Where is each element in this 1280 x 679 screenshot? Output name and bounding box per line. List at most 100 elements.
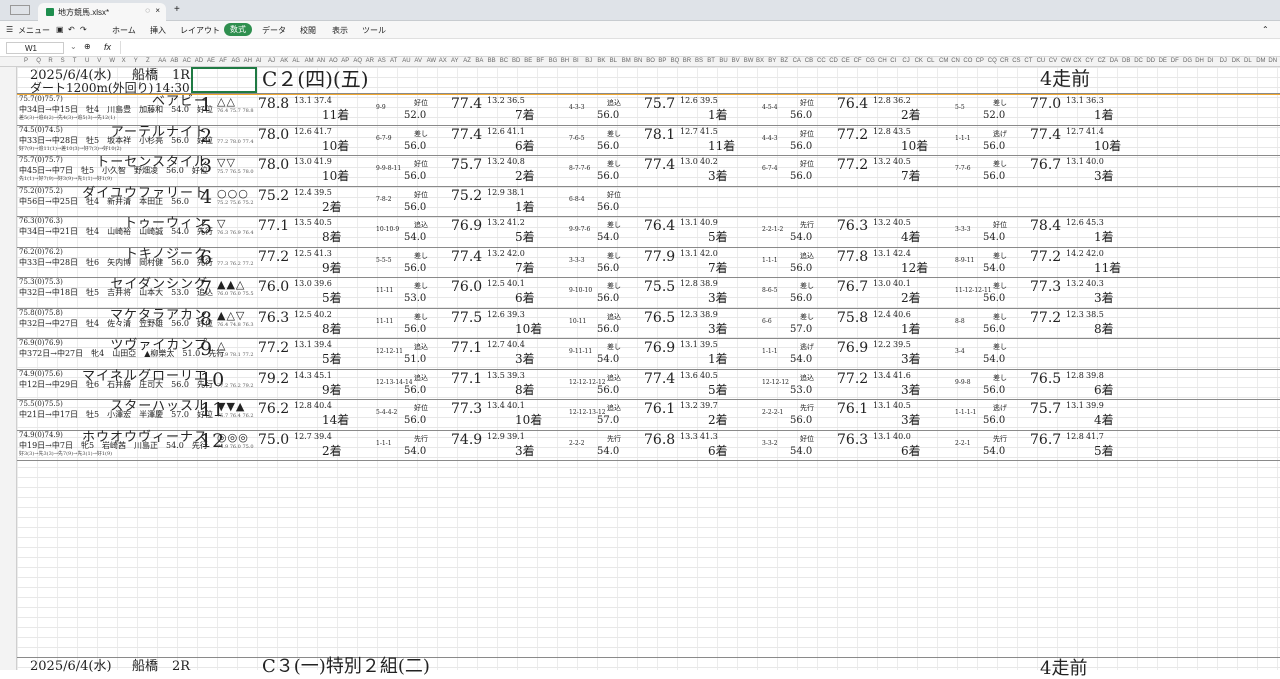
formula-input[interactable]	[120, 41, 1270, 54]
column-letter[interactable]: CH	[878, 58, 887, 64]
column-letter[interactable]: V	[97, 58, 101, 64]
column-letter[interactable]: CX	[1073, 58, 1081, 64]
column-letter[interactable]: AX	[439, 58, 447, 64]
column-letter[interactable]: BY	[768, 58, 776, 64]
column-letter[interactable]: DJ	[1220, 58, 1227, 64]
column-letter[interactable]: BC	[500, 58, 508, 64]
menu-item-review[interactable]: 校閲	[300, 25, 316, 36]
undo-icon[interactable]: ↶	[68, 25, 75, 34]
column-letter[interactable]: CC	[817, 58, 826, 64]
column-letter[interactable]: AT	[390, 58, 397, 64]
column-letter[interactable]: BL	[610, 58, 617, 64]
column-letter[interactable]: BV	[732, 58, 740, 64]
horse-row[interactable]: 75.8(0)75.8) マケタラアカン 中32日→中27日 牡4 佐々清 笠野雄 …	[17, 309, 1280, 338]
menu-item-layout[interactable]: レイアウト	[180, 25, 220, 36]
column-letter[interactable]: DN	[1268, 58, 1277, 64]
horse-row[interactable]: 76.9(0)76.9) ツヴァイカンプ 中372日→中27日 牝4 山田亞 ▲柳樂…	[17, 339, 1280, 368]
column-letter[interactable]: T	[73, 58, 77, 64]
column-letter[interactable]: BO	[646, 58, 655, 64]
column-letter[interactable]: CY	[1085, 58, 1093, 64]
column-letter[interactable]: BQ	[671, 58, 680, 64]
column-letter[interactable]: BX	[756, 58, 764, 64]
column-letter[interactable]: Q	[36, 58, 41, 64]
column-letter[interactable]: BS	[695, 58, 703, 64]
name-box[interactable]: W1	[6, 42, 64, 54]
column-letter[interactable]: W	[109, 58, 115, 64]
menu-item-menu[interactable]: メニュー	[18, 25, 50, 36]
column-letter[interactable]: BB	[488, 58, 496, 64]
column-letter[interactable]: AA	[158, 58, 166, 64]
column-letter[interactable]: AW	[427, 58, 436, 64]
column-letter[interactable]: AN	[317, 58, 325, 64]
column-letter[interactable]: CU	[1037, 58, 1046, 64]
column-letter[interactable]: CZ	[1098, 58, 1106, 64]
column-letter[interactable]: CV	[1049, 58, 1057, 64]
column-letter[interactable]: CJ	[902, 58, 909, 64]
column-letter[interactable]: CD	[829, 58, 838, 64]
save-icon[interactable]: ▣	[56, 25, 64, 34]
horse-row[interactable]: 75.5(0)75.5) スターハッスル 中21日→中17日 牡5 小澤宏 半澤慶 …	[17, 400, 1280, 429]
column-letter[interactable]: BG	[549, 58, 558, 64]
column-letter[interactable]: DH	[1195, 58, 1204, 64]
column-letter[interactable]: DK	[1232, 58, 1240, 64]
column-letter[interactable]: CG	[866, 58, 875, 64]
horse-row[interactable]: 74.9(0)75.6) マイネルグローリエ 中12日→中29日 牡6 石井勝 庄司…	[17, 370, 1280, 399]
collapse-ribbon-icon[interactable]: ⌃	[1262, 25, 1269, 34]
column-letter[interactable]: AP	[341, 58, 349, 64]
column-letter[interactable]: U	[85, 58, 89, 64]
column-letter[interactable]: DM	[1256, 58, 1265, 64]
column-letter[interactable]: AK	[280, 58, 288, 64]
column-letter[interactable]: BM	[622, 58, 631, 64]
column-letter[interactable]: AL	[292, 58, 299, 64]
column-letter[interactable]: DI	[1207, 58, 1213, 64]
menu-hamburger-icon[interactable]: ☰	[6, 25, 13, 34]
horse-row[interactable]: 75.7(0)75.7) トーセンスタイル 中45日→中7日 牡5 小久智 野畑凌 …	[17, 156, 1280, 185]
column-letter[interactable]: BZ	[780, 58, 788, 64]
column-letter[interactable]: AF	[219, 58, 227, 64]
column-letter[interactable]: BP	[658, 58, 666, 64]
column-letter[interactable]: DE	[1159, 58, 1167, 64]
column-letter[interactable]: CQ	[988, 58, 997, 64]
menu-item-data[interactable]: データ	[262, 25, 286, 36]
column-letter[interactable]: BE	[524, 58, 532, 64]
column-letter[interactable]: AS	[378, 58, 386, 64]
column-letter[interactable]: CP	[976, 58, 984, 64]
column-letter[interactable]: DC	[1134, 58, 1143, 64]
column-letter[interactable]: DB	[1122, 58, 1130, 64]
column-letter[interactable]: Z	[146, 58, 150, 64]
column-letter[interactable]: BA	[475, 58, 483, 64]
column-letter[interactable]: CN	[951, 58, 960, 64]
column-letter[interactable]: BK	[597, 58, 605, 64]
column-letter[interactable]: CR	[1000, 58, 1009, 64]
column-letter[interactable]: AE	[207, 58, 215, 64]
column-letter[interactable]: CL	[927, 58, 935, 64]
menu-item-tools[interactable]: ツール	[362, 25, 386, 36]
horse-row[interactable]: 76.3(0)76.3) トゥーウィン 中34日→中21日 牡4 山崎裕 山崎誠 5…	[17, 217, 1280, 246]
column-letter[interactable]: AJ	[268, 58, 275, 64]
column-letter[interactable]: BN	[634, 58, 642, 64]
column-letter[interactable]: CO	[963, 58, 972, 64]
function-icon[interactable]: fx	[104, 42, 111, 52]
horse-row[interactable]: 74.5(0)74.5) アーテルナイト 中33日→中28日 牡5 坂本祥 小杉亮 …	[17, 126, 1280, 155]
column-letter[interactable]: X	[122, 58, 126, 64]
column-letter[interactable]: BF	[536, 58, 544, 64]
column-letter[interactable]: CT	[1024, 58, 1032, 64]
column-letter[interactable]: CI	[890, 58, 896, 64]
horse-row[interactable]: 76.2(0)76.2) トキノジーク 中33日→中28日 牡6 矢内博 岡村健 5…	[17, 248, 1280, 277]
menu-item-insert[interactable]: 挿入	[150, 25, 166, 36]
column-letter[interactable]: AY	[451, 58, 459, 64]
column-letter[interactable]: P	[24, 58, 28, 64]
horse-row[interactable]: 74.9(0)74.9) ホウオウヴィーナス 中19日→中7日 牝5 岩崎茜 川島正…	[17, 431, 1280, 460]
column-letter[interactable]: AB	[170, 58, 178, 64]
menu-item-view[interactable]: 表示	[332, 25, 348, 36]
column-letter[interactable]: CW	[1061, 58, 1071, 64]
column-letter[interactable]: BI	[573, 58, 579, 64]
column-letter[interactable]: Y	[134, 58, 138, 64]
menu-item-formula[interactable]: 数式	[224, 23, 252, 36]
column-letter[interactable]: AI	[256, 58, 262, 64]
column-letter[interactable]: AU	[402, 58, 410, 64]
column-letter[interactable]: AQ	[353, 58, 362, 64]
new-tab-button[interactable]: +	[174, 4, 180, 15]
column-letter[interactable]: CS	[1012, 58, 1020, 64]
column-letter[interactable]: BD	[512, 58, 520, 64]
